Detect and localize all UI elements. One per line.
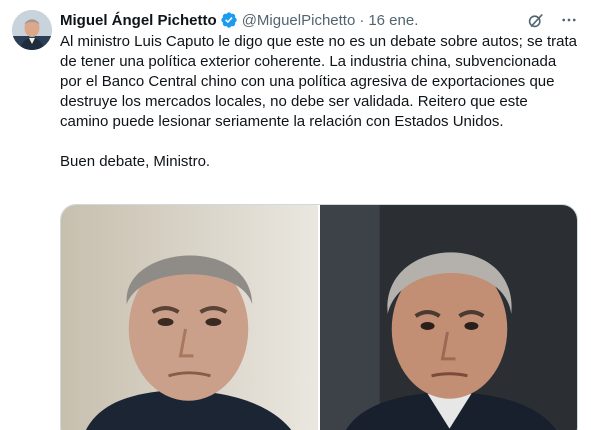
photo-right[interactable] [320,205,577,430]
tweet-header: Miguel Ángel Pichetto @MiguelPichetto · … [60,10,579,30]
tweet[interactable]: Miguel Ángel Pichetto @MiguelPichetto · … [0,0,591,430]
photo-left[interactable] [61,205,318,430]
tweet-date[interactable]: 16 ene. [368,12,418,29]
author-handle[interactable]: @MiguelPichetto [242,12,356,29]
tweet-media[interactable] [60,204,578,430]
tweet-text: Al ministro Luis Caputo le digo que este… [60,32,580,172]
header-actions [525,10,579,30]
author-name[interactable]: Miguel Ángel Pichetto [60,12,217,29]
tweet-paragraph-2: Buen debate, Ministro. [60,153,211,170]
tweet-paragraph-1: Al ministro Luis Caputo le digo que este… [60,33,577,130]
separator-dot: · [359,11,365,29]
verified-badge-icon [220,11,238,29]
grok-icon[interactable] [525,10,545,30]
avatar[interactable] [12,10,52,50]
more-icon[interactable] [559,10,579,30]
